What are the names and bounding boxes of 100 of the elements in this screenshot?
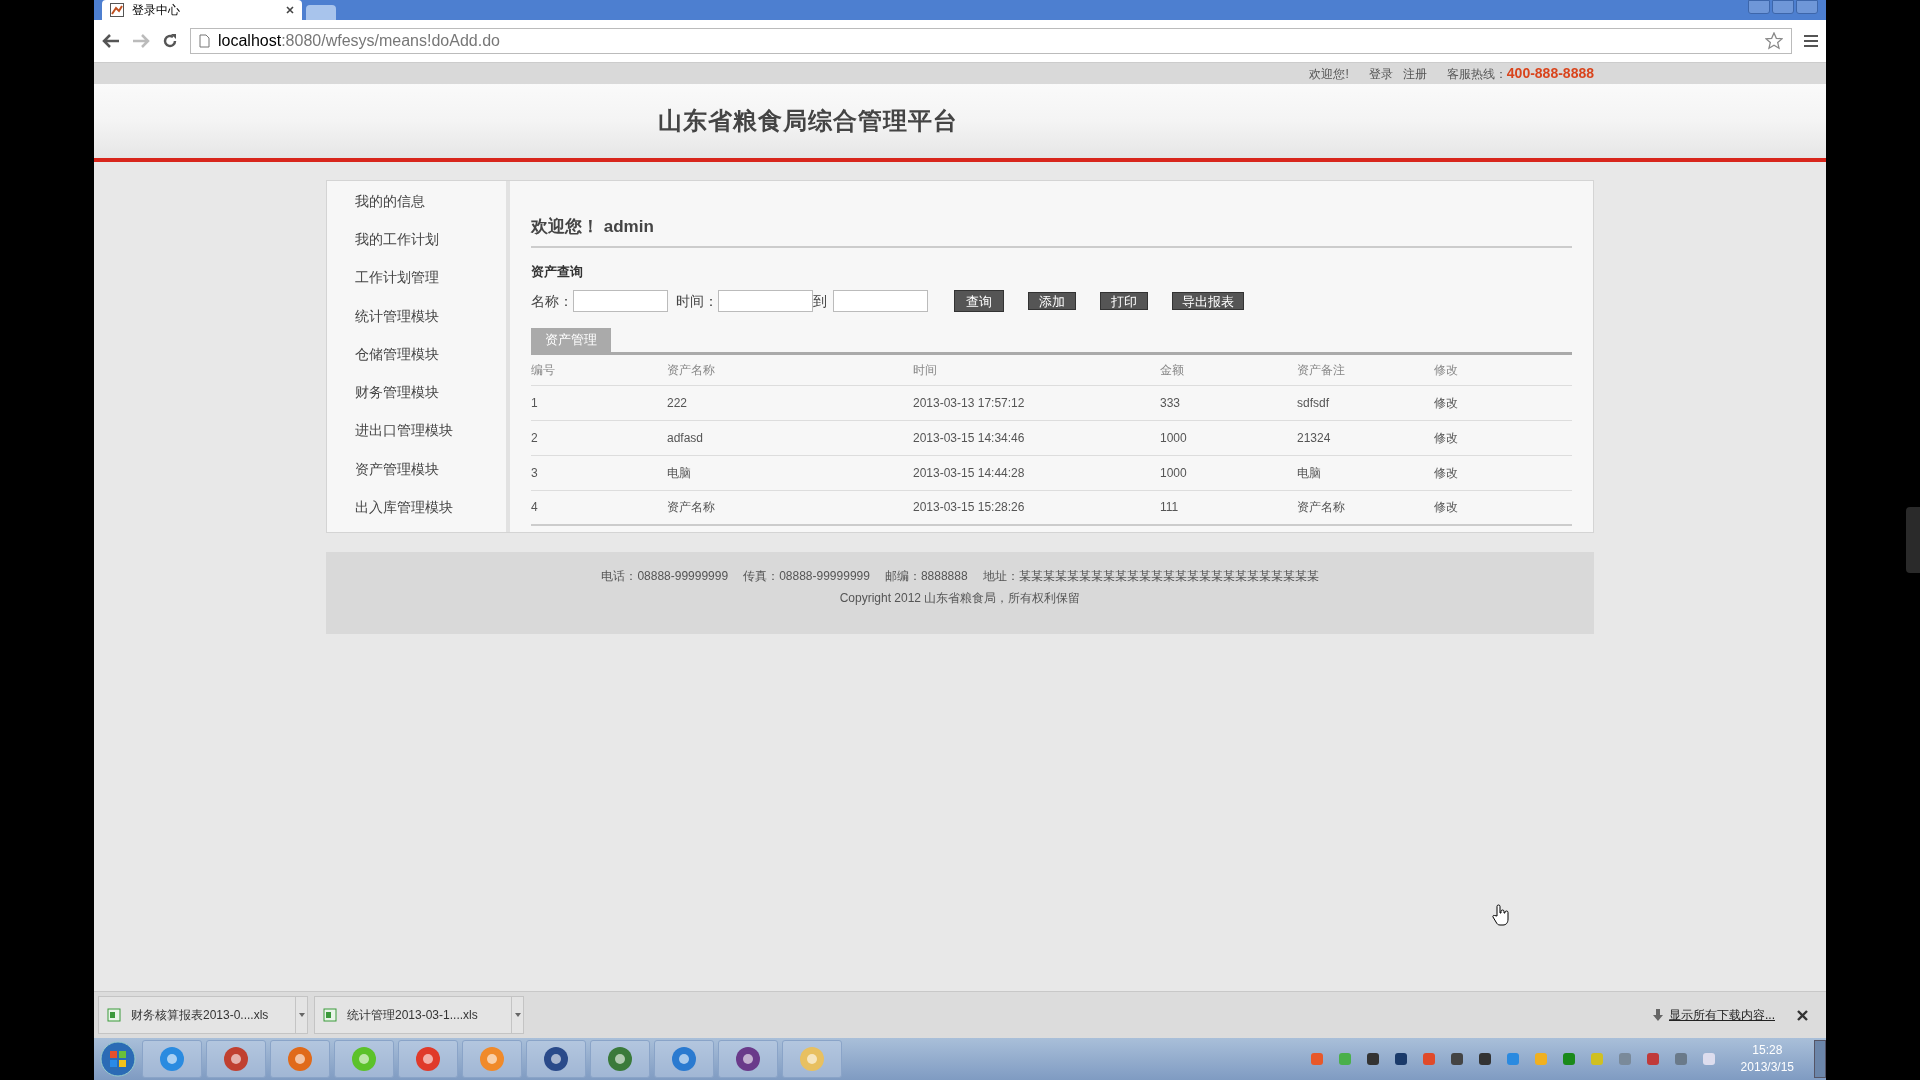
edit-link[interactable]: 修改	[1434, 420, 1572, 455]
close-icon[interactable]	[286, 6, 294, 14]
column-header: 时间	[913, 355, 1160, 385]
download-item[interactable]: 财务核算报表2013-0....xls	[98, 996, 308, 1034]
table-cell: 资产名称	[1297, 490, 1434, 525]
welcome-text: 欢迎您!	[1309, 65, 1349, 83]
table-cell: 1000	[1160, 455, 1297, 490]
table-cell: 21324	[1297, 420, 1434, 455]
welcome-heading: 欢迎您！ admin	[531, 214, 1572, 248]
edit-link[interactable]: 修改	[1434, 455, 1572, 490]
app-icon	[414, 1045, 442, 1073]
edit-link[interactable]: 修改	[1434, 490, 1572, 525]
taskbar-button[interactable]	[526, 1040, 586, 1078]
download-item[interactable]: 统计管理2013-03-1....xls	[314, 996, 524, 1034]
table-cell: 1	[531, 385, 667, 420]
sidebar-link[interactable]: 统计管理模块	[355, 302, 506, 341]
action-button[interactable]: 打印	[1100, 292, 1148, 310]
restore-button[interactable]	[1772, 0, 1794, 14]
table-cell: 111	[1160, 490, 1297, 525]
taskbar-button[interactable]	[590, 1040, 650, 1078]
contact-text: 邮编：8888888	[884, 568, 968, 585]
column-header: 金额	[1160, 355, 1297, 385]
input-field[interactable]	[833, 290, 928, 312]
field-label: 名称：	[531, 291, 573, 311]
forward-icon[interactable]	[132, 34, 150, 48]
page-icon	[110, 3, 124, 17]
show-desktop-button[interactable]	[1814, 1040, 1826, 1078]
table-cell: 2013-03-15 15:28:26	[913, 490, 1160, 525]
clock-time: 15:28	[1752, 1042, 1783, 1059]
input-field[interactable]	[718, 290, 813, 312]
app-icon	[606, 1045, 634, 1073]
app-icon	[798, 1045, 826, 1073]
tray-icon[interactable]	[1449, 1052, 1464, 1066]
taskbar-button[interactable]	[782, 1040, 842, 1078]
table-cell: 333	[1160, 385, 1297, 420]
hotline-label: 客服热线：	[1446, 65, 1507, 83]
app-icon	[350, 1045, 378, 1073]
copyright-text: Copyright 2012 山东省粮食局，所有权利保留	[839, 590, 1081, 607]
close-button[interactable]	[1796, 0, 1818, 14]
show-all-downloads-link[interactable]: 显示所有下载内容...	[1669, 1006, 1775, 1024]
tab-title: 登录中心	[132, 2, 181, 19]
field-label: 到	[813, 291, 827, 311]
app-icon	[542, 1045, 570, 1073]
top-link[interactable]: 注册	[1402, 64, 1427, 83]
download-icon	[1653, 1009, 1663, 1021]
sidebar-link[interactable]: 我的的信息	[355, 188, 506, 227]
address-bar[interactable]: localhost:8080/wfesys/means!doAdd.do	[190, 28, 1792, 54]
section-title: 资产查询	[531, 262, 584, 281]
clock-date: 2013/3/15	[1740, 1059, 1794, 1076]
top-link[interactable]: 登录	[1368, 64, 1393, 83]
table-cell: 1000	[1160, 420, 1297, 455]
table-cell: 电脑	[1297, 455, 1434, 490]
table-cell: 2013-03-15 14:34:46	[913, 420, 1160, 455]
new-tab-button[interactable]	[306, 5, 336, 20]
sidebar-link[interactable]: 出入库管理模块	[355, 493, 506, 532]
table-cell: 2013-03-13 17:57:12	[913, 385, 1160, 420]
start-button[interactable]	[98, 1040, 138, 1078]
sidebar-link[interactable]: 我的工作计划	[355, 226, 506, 265]
table-cell: 2013-03-15 14:44:28	[913, 455, 1160, 490]
table-cell: 222	[667, 385, 913, 420]
close-icon[interactable]	[1797, 1009, 1808, 1021]
reload-icon[interactable]	[162, 33, 178, 49]
taskbar-button[interactable]	[270, 1040, 330, 1078]
field-label: 时间：	[676, 291, 718, 311]
sidebar-link[interactable]: 财务管理模块	[355, 379, 506, 418]
back-icon[interactable]	[102, 34, 120, 48]
taskbar-button[interactable]	[718, 1040, 778, 1078]
taskbar-button[interactable]	[206, 1040, 266, 1078]
app-icon	[670, 1045, 698, 1073]
tray-icon[interactable]	[1477, 1052, 1492, 1066]
sidebar-link[interactable]: 工作计划管理	[355, 264, 506, 303]
action-button[interactable]: 导出报表	[1172, 292, 1244, 310]
sidebar-link[interactable]: 进出口管理模块	[355, 417, 506, 456]
hotline-number: 400-888-8888	[1506, 64, 1594, 83]
sidebar-link[interactable]: 资产管理模块	[355, 455, 506, 494]
edit-link[interactable]: 修改	[1434, 385, 1572, 420]
dropdown-caret-icon[interactable]	[295, 997, 307, 1033]
browser-tab[interactable]: 登录中心	[102, 0, 302, 20]
menu-icon[interactable]	[1804, 35, 1818, 47]
taskbar-button[interactable]	[654, 1040, 714, 1078]
sidebar-link[interactable]: 仓储管理模块	[355, 340, 506, 380]
dropdown-caret-icon[interactable]	[511, 997, 523, 1033]
taskbar-button[interactable]	[142, 1040, 202, 1078]
input-field[interactable]	[573, 290, 668, 312]
app-icon	[286, 1045, 314, 1073]
app-icon	[478, 1045, 506, 1073]
star-icon[interactable]	[1765, 32, 1783, 50]
tray-icon[interactable]	[1393, 1052, 1408, 1066]
taskbar-button[interactable]	[398, 1040, 458, 1078]
table-cell: sdfsdf	[1297, 385, 1434, 420]
table-cell: 资产名称	[667, 490, 913, 525]
tray-icon[interactable]	[1645, 1052, 1660, 1066]
tray-icon[interactable]	[1365, 1052, 1380, 1066]
action-button[interactable]: 添加	[1028, 292, 1076, 310]
table-cell: 2	[531, 420, 667, 455]
action-button[interactable]: 查询	[954, 290, 1004, 312]
app-icon	[222, 1045, 250, 1073]
hand-cursor-icon	[1492, 904, 1510, 926]
spreadsheet-icon	[107, 1008, 121, 1022]
minimize-button[interactable]	[1748, 0, 1770, 14]
